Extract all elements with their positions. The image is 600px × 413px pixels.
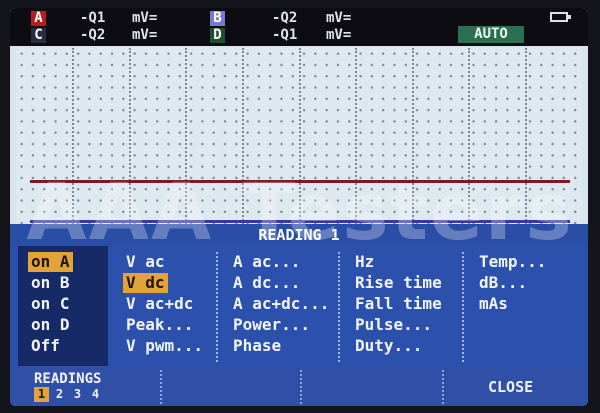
trace-channel-b (30, 220, 570, 223)
channel-c-unit: mV= (132, 27, 158, 43)
menu-separator (216, 252, 218, 362)
softkey-bar: READINGS 1234 CLOSE (10, 366, 588, 406)
channel-a-value: -Q1 (80, 10, 106, 26)
reading-a-ac-dc[interactable]: A ac+dc... (230, 294, 332, 314)
reading-db[interactable]: dB... (476, 273, 530, 293)
menu-title: READING 1 (10, 224, 588, 246)
voltage-column: V ac V dc V ac+dc Peak... V pwm... (113, 246, 213, 366)
channel-a-unit: mV= (132, 10, 158, 26)
source-on-a[interactable]: on A (28, 252, 73, 272)
header-row-1: A -Q1 mV= B -Q2 mV= (10, 10, 588, 27)
reading-a-ac[interactable]: A ac... (230, 252, 303, 272)
grid-line (299, 48, 301, 232)
timing-column: Hz Rise time Fall time Pulse... Duty... (342, 246, 460, 366)
channel-b-tag: B (210, 11, 225, 26)
page-2[interactable]: 2 (52, 387, 67, 402)
auto-mode-badge[interactable]: AUTO (458, 26, 524, 43)
reading-v-ac[interactable]: V ac (123, 252, 168, 272)
menu-separator (338, 252, 340, 362)
readings-page-selector[interactable]: 1234 (34, 387, 106, 402)
page-3[interactable]: 3 (70, 387, 85, 402)
reading-power[interactable]: Power... (230, 315, 313, 335)
close-button[interactable]: CLOSE (488, 378, 533, 396)
grid-line (129, 48, 131, 232)
channel-c-tag: C (31, 28, 46, 43)
waveform-plot (16, 48, 582, 232)
reading-fall-time[interactable]: Fall time (352, 294, 445, 314)
channel-b-value: -Q2 (272, 10, 298, 26)
channel-d-unit: mV= (326, 27, 352, 43)
reading-phase[interactable]: Phase (230, 336, 284, 356)
grid-line (242, 48, 244, 232)
channel-d-tag: D (210, 28, 225, 43)
reading-v-ac-dc[interactable]: V ac+dc (123, 294, 196, 314)
source-column: on A on B on C on D Off (18, 246, 108, 366)
page-4[interactable]: 4 (88, 387, 103, 402)
reading-duty[interactable]: Duty... (352, 336, 425, 356)
source-on-c[interactable]: on C (28, 294, 73, 314)
battery-icon (550, 12, 571, 22)
reading-rise-time[interactable]: Rise time (352, 273, 445, 293)
reading-pulse[interactable]: Pulse... (352, 315, 435, 335)
menu-separator (462, 252, 464, 362)
scope-screen: A -Q1 mV= B -Q2 mV= C -Q2 mV= D -Q1 mV= … (10, 8, 588, 406)
reading-hz[interactable]: Hz (352, 252, 377, 272)
trace-channel-a (30, 180, 570, 183)
reading-v-dc[interactable]: V dc (123, 273, 168, 293)
reading-mas[interactable]: mAs (476, 294, 511, 314)
reading-peak[interactable]: Peak... (123, 315, 196, 335)
channel-b-unit: mV= (326, 10, 352, 26)
reading-temp[interactable]: Temp... (476, 252, 549, 272)
channel-d-value: -Q1 (272, 27, 298, 43)
readings-label[interactable]: READINGS (34, 371, 101, 387)
source-on-b[interactable]: on B (28, 273, 73, 293)
reading-menu: on A on B on C on D Off V ac V dc V ac+d… (10, 246, 588, 366)
source-on-d[interactable]: on D (28, 315, 73, 335)
softkey-separator (160, 370, 162, 404)
grid-line (355, 48, 357, 232)
grid-line (185, 48, 187, 232)
measurement-header: A -Q1 mV= B -Q2 mV= C -Q2 mV= D -Q1 mV= … (10, 8, 588, 46)
grid-line (525, 48, 527, 232)
page-1[interactable]: 1 (34, 387, 49, 402)
current-column: A ac... A dc... A ac+dc... Power... Phas… (220, 246, 335, 366)
grid-line (72, 48, 74, 232)
other-column: Temp... dB... mAs (466, 246, 576, 366)
softkey-separator (442, 370, 444, 404)
softkey-separator (300, 370, 302, 404)
grid-line (412, 48, 414, 232)
reading-v-pwm[interactable]: V pwm... (123, 336, 206, 356)
source-off[interactable]: Off (28, 336, 63, 356)
channel-c-value: -Q2 (80, 27, 106, 43)
grid-line (468, 48, 470, 232)
reading-a-dc[interactable]: A dc... (230, 273, 303, 293)
channel-a-tag: A (31, 11, 46, 26)
